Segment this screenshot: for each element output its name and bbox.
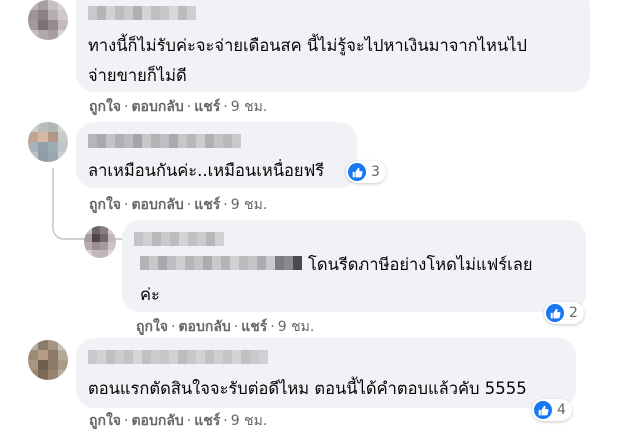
reply-link[interactable]: ตอบกลับ (178, 319, 230, 335)
like-link[interactable]: ถูกใจ (89, 413, 121, 429)
reaction-count: 2 (569, 305, 578, 321)
comment-actions: ถูกใจ · ตอบกลับ · แชร์ · 9 ชม. (89, 413, 268, 429)
comment-text-line: ทางนี้ก็ไม่รับค่ะจะจ่ายเดือนสค นี้ไม่รู้… (88, 36, 527, 55)
author-name-blurred[interactable] (88, 6, 196, 20)
like-icon (534, 401, 552, 419)
like-icon (348, 163, 366, 181)
share-link[interactable]: แชร์ (241, 319, 267, 335)
comment-text-line: ตอนแรกตัดสินใจจะรับต่อดีไหม ตอนนี้ได้คำต… (88, 379, 527, 398)
reaction-badge[interactable]: 3 (346, 161, 386, 183)
like-link[interactable]: ถูกใจ (89, 99, 121, 115)
author-name-blurred[interactable] (134, 232, 224, 246)
like-link[interactable]: ถูกใจ (136, 319, 168, 335)
timestamp[interactable]: 9 ชม. (231, 413, 268, 429)
timestamp[interactable]: 9 ชม. (231, 197, 268, 213)
reaction-badge[interactable]: 4 (532, 399, 572, 421)
reply-link[interactable]: ตอบกลับ (131, 413, 183, 429)
author-name-blurred[interactable] (140, 256, 302, 270)
reply-link[interactable]: ตอบกลับ (131, 197, 183, 213)
avatar[interactable] (28, 122, 68, 162)
avatar[interactable] (84, 226, 116, 258)
comment-actions: ถูกใจ · ตอบกลับ · แชร์ · 9 ชม. (89, 99, 268, 115)
reaction-badge[interactable]: 2 (544, 302, 584, 324)
like-icon (546, 304, 564, 322)
comment-text-line: จ่ายขายก็ไม่ดี (88, 66, 187, 85)
avatar[interactable] (28, 0, 68, 40)
author-name-blurred[interactable] (88, 350, 268, 364)
share-link[interactable]: แชร์ (194, 197, 220, 213)
comment-text-line: โดนรีดภาษีอย่างโหดไม่แฟร์เลย (308, 255, 533, 274)
avatar[interactable] (28, 340, 68, 380)
reaction-count: 4 (557, 402, 566, 418)
comment-text-line: ค่ะ (140, 285, 160, 304)
reply-link[interactable]: ตอบกลับ (131, 99, 183, 115)
comment-actions: ถูกใจ · ตอบกลับ · แชร์ · 9 ชม. (136, 319, 315, 335)
timestamp[interactable]: 9 ชม. (231, 99, 268, 115)
share-link[interactable]: แชร์ (194, 99, 220, 115)
timestamp[interactable]: 9 ชม. (278, 319, 315, 335)
author-name-blurred[interactable] (88, 134, 241, 148)
share-link[interactable]: แชร์ (194, 413, 220, 429)
reaction-count: 3 (371, 164, 380, 180)
